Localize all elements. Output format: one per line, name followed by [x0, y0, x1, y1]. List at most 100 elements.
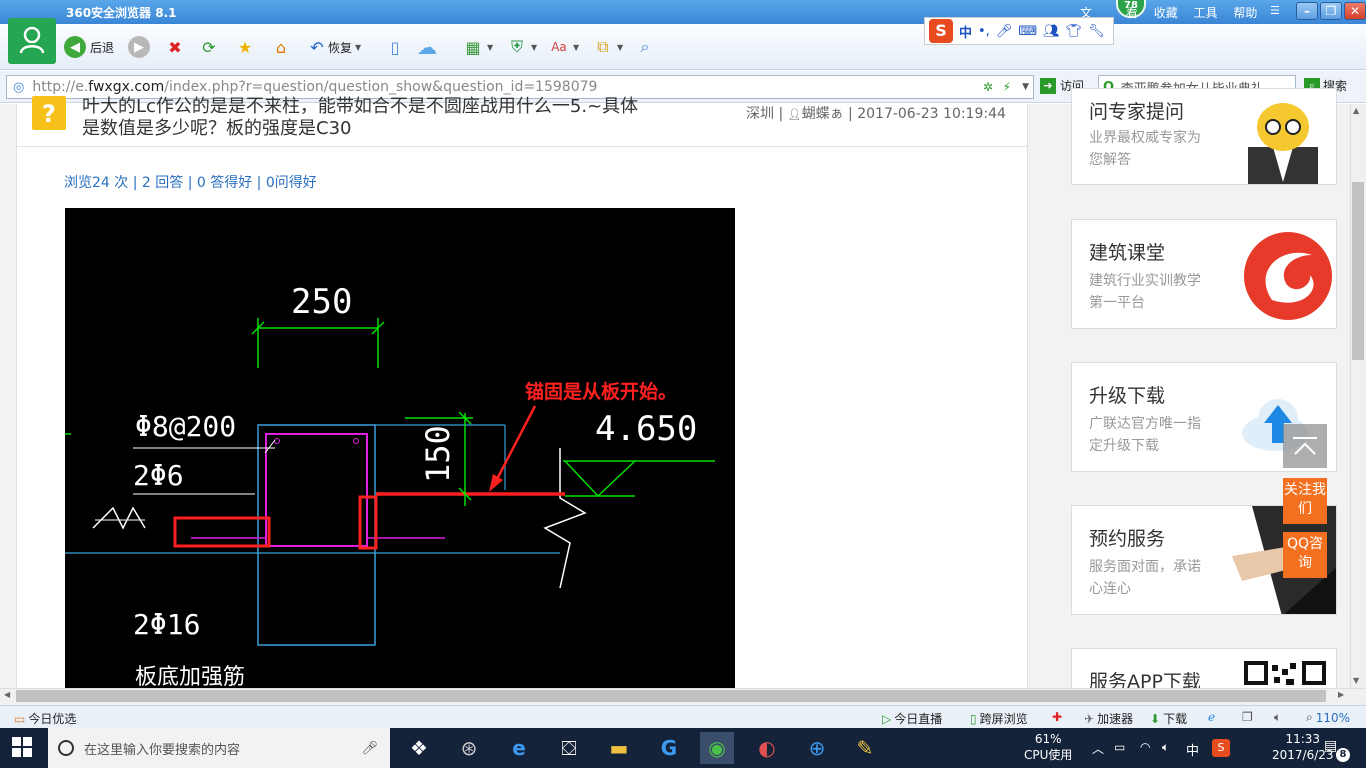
apps-button[interactable]: ▦ ▼ [462, 35, 493, 59]
asker-city: 深圳 [746, 106, 774, 122]
user-avatar[interactable] [8, 18, 56, 64]
menu-item-view[interactable]: 看 [1126, 6, 1138, 20]
tray-up-arrow-icon[interactable]: ︿ [1092, 740, 1104, 757]
chevron-up-icon [1293, 437, 1317, 455]
annotation-arrowhead [489, 474, 503, 492]
taskbar-app-files[interactable]: ❖ [402, 732, 436, 764]
tool-icon: ◐ [758, 736, 776, 760]
stop-button[interactable]: ✖ [164, 35, 186, 59]
cpu-usage[interactable]: 61% CPU使用 [1024, 731, 1072, 763]
keyboard-icon[interactable]: ⌨ [1018, 24, 1037, 39]
shirt-icon[interactable]: 👕︎ [1066, 24, 1083, 39]
taskbar-app-tool[interactable]: ◐ [750, 732, 784, 764]
home-button[interactable]: ⌂ [270, 35, 292, 59]
asker-name[interactable]: 蝴蝶ぁ [802, 106, 844, 122]
browser-360-icon: ◉ [708, 736, 726, 760]
minimize-button[interactable]: – [1296, 2, 1318, 20]
first-aid-icon[interactable]: ✚ [1052, 710, 1062, 724]
people-icon[interactable]: 👥︎ [1043, 24, 1060, 39]
taskbar-app-360[interactable]: ◉ [700, 732, 734, 764]
taskbar-search-input[interactable]: 在这里输入你要搜索的内容 🎤︎ [48, 728, 390, 768]
close-button[interactable]: ✕ [1344, 2, 1366, 20]
break-line-left [92, 506, 146, 530]
today-picks-button[interactable]: ▭ 今日优选 [14, 710, 76, 727]
phone-button[interactable]: ▯ [384, 35, 406, 59]
loading-icon[interactable]: ✲ [983, 80, 993, 94]
translate-button[interactable]: Aa ▼ [548, 35, 579, 59]
label-bottom-bars: 2Φ16 [133, 608, 200, 641]
forward-button[interactable]: ▶ [128, 35, 150, 59]
microphone-icon[interactable]: 🎤︎ [361, 741, 378, 756]
scroll-up-icon[interactable]: ▲ [1353, 106, 1359, 115]
taskbar-app-plus[interactable]: ⊕ [800, 732, 834, 764]
speaker-icon[interactable]: 🔈︎ [1274, 710, 1281, 725]
ime-toolbar[interactable]: S 中 •, 🎤︎ ⌨ 👥︎ 👕︎ 🔧︎ [924, 17, 1114, 45]
vertical-scroll-thumb[interactable] [1352, 182, 1364, 360]
home-icon: ⌂ [275, 37, 287, 57]
sogou-tray-icon[interactable]: S [1212, 739, 1230, 757]
ie-mode-icon[interactable]: ℯ [1208, 710, 1215, 724]
screenshot-button[interactable]: ⧉ ▼ [592, 35, 623, 59]
scroll-right-icon[interactable]: ▶ [1338, 690, 1344, 699]
globe-icon: ◎ [13, 79, 25, 95]
cloud-button[interactable]: ☁ [416, 35, 438, 59]
label-top-bars: 2Φ6 [133, 459, 184, 492]
taskbar-app-store[interactable]: ⛋ [552, 732, 586, 764]
refresh-button[interactable]: ⟳ [198, 35, 220, 59]
card-building-class[interactable]: 建筑课堂 建筑行业实训教学第一平台 [1071, 219, 1337, 329]
action-center-icon[interactable]: ▤ [1324, 738, 1337, 754]
card-ask-expert[interactable]: 问专家提问 业界最权威专家为您解答 [1071, 88, 1337, 185]
taskbar-search-placeholder: 在这里输入你要搜索的内容 [84, 742, 241, 758]
menu-item-favorites[interactable]: 收藏 [1154, 6, 1178, 20]
url-dropdown-icon[interactable]: ▼ [1022, 82, 1029, 92]
card-subtitle: 业界最权威专家为您解答 [1089, 130, 1201, 168]
speed-mode-icon[interactable]: ⚡ [1003, 80, 1011, 94]
taskbar-app-explorer[interactable]: ▬ [602, 732, 636, 764]
dropdown-arrow-icon: ▼ [617, 42, 624, 52]
zoom-button[interactable]: ⌕ [634, 35, 656, 59]
wifi-icon[interactable]: ◠ [1140, 740, 1150, 754]
battery-icon[interactable]: ▭ [1114, 740, 1125, 754]
microphone-icon[interactable]: 🎤︎ [996, 24, 1013, 39]
maximize-button[interactable]: ❐ [1320, 2, 1342, 20]
zoom-level[interactable]: ⌕ 110% [1306, 710, 1350, 725]
skin-icon[interactable]: ☰ [1270, 4, 1280, 17]
volume-icon[interactable]: 🔈︎ [1162, 740, 1169, 755]
qr-code-icon [1244, 661, 1326, 691]
person-icon: 👤︎ [787, 108, 802, 121]
question-mark-icon: ? [32, 96, 66, 130]
back-button[interactable]: ◀ 后退 [64, 35, 114, 59]
horizontal-scroll-thumb[interactable] [16, 690, 1326, 702]
today-live-button[interactable]: ▷ 今日直播 [882, 710, 942, 727]
tray-ime[interactable]: 中 [1186, 740, 1199, 759]
window-icon[interactable]: ❐ [1242, 710, 1253, 724]
back-to-top-button[interactable] [1283, 424, 1327, 468]
card-title: 升级下载 [1089, 385, 1166, 407]
ime-mode[interactable]: 中 [959, 22, 972, 41]
cross-screen-button[interactable]: ▯ 跨屏浏览 [970, 710, 1028, 727]
scroll-down-icon[interactable]: ▼ [1353, 676, 1359, 685]
download-button[interactable]: ⬇ 下载 [1150, 710, 1187, 727]
taskbar-app-edge[interactable]: e [502, 732, 536, 764]
star-icon: ★ [237, 37, 253, 57]
follow-us-button[interactable]: 关注我们 [1283, 478, 1327, 524]
highlight-box-left [173, 516, 271, 548]
security-button[interactable]: ⛨ ▼ [506, 35, 537, 59]
question-stats[interactable]: 浏览24 次 | 2 回答 | 0 答得好 | 0问得好 [64, 172, 317, 192]
folder-icon: ▬ [609, 736, 629, 760]
punctuation-icon[interactable]: •, [978, 24, 990, 39]
qq-consult-button[interactable]: QQ咨询 [1283, 532, 1327, 578]
wrench-icon[interactable]: 🔧︎ [1088, 24, 1105, 39]
taskbar-app-browser[interactable]: ⊛ [452, 732, 486, 764]
download-arrow-icon: ⬇ [1150, 711, 1161, 726]
favorite-button[interactable]: ★ [234, 35, 256, 59]
start-button[interactable] [12, 737, 32, 760]
card-title: 问专家提问 [1089, 101, 1185, 123]
taskbar-app-notes[interactable]: ✎ [848, 732, 882, 764]
menu-item-tools[interactable]: 工具 [1194, 6, 1218, 20]
scroll-left-icon[interactable]: ◀ [4, 690, 10, 699]
accelerator-button[interactable]: ✈ 加速器 [1084, 710, 1133, 727]
taskbar-app-g[interactable]: G [652, 732, 686, 764]
restore-button[interactable]: ↶ 恢复 ▼ [306, 35, 361, 59]
menu-item-help[interactable]: 帮助 [1233, 6, 1257, 20]
